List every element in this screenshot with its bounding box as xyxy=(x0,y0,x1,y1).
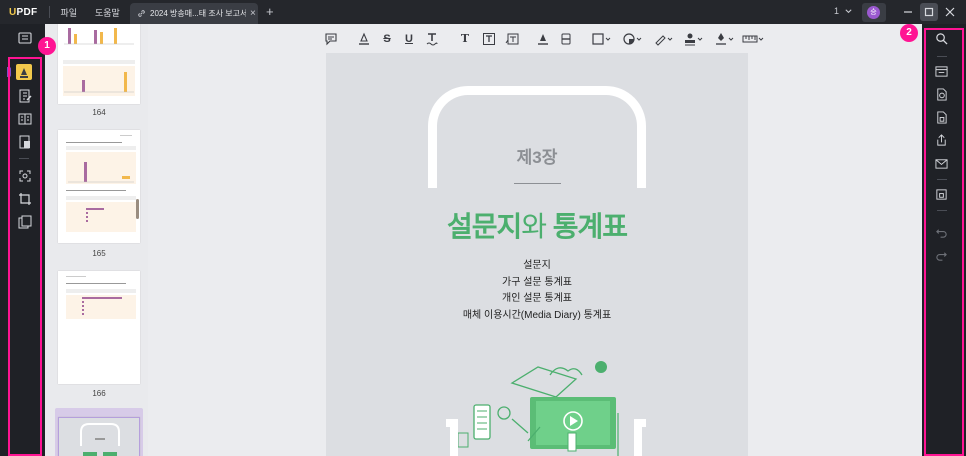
page-indicator: 1 xyxy=(834,6,840,16)
sticker-icon[interactable] xyxy=(622,31,642,47)
thumbnail-label: 165 xyxy=(92,249,106,258)
thumbnail-label: 164 xyxy=(92,108,106,117)
thumbnail-scrollbar[interactable] xyxy=(136,199,139,219)
thumbnail-cover xyxy=(80,423,120,456)
toc-item: 매체 이용시간(Media Diary) 통계표 xyxy=(462,309,612,321)
thumbnail-panel: 164 165 166 xyxy=(45,24,148,456)
menu-file[interactable]: 파일 xyxy=(60,6,77,19)
pen-icon[interactable] xyxy=(653,31,673,47)
avatar: 승 xyxy=(867,6,880,19)
thumbnail-chart xyxy=(63,28,135,96)
app-logo: UPDF xyxy=(9,6,38,18)
account-button[interactable]: 승 xyxy=(862,3,886,22)
chevron-down-icon[interactable] xyxy=(844,7,853,16)
annotation-box-right-toolbar xyxy=(924,28,964,456)
shape-icon[interactable] xyxy=(591,31,611,47)
thumbnail-label: 166 xyxy=(92,389,106,398)
link-icon xyxy=(138,10,145,17)
strikethrough-button[interactable]: S xyxy=(380,31,394,47)
thumbnail-page-current[interactable] xyxy=(58,417,140,456)
underline-button[interactable]: U xyxy=(402,31,416,47)
eraser-icon[interactable] xyxy=(559,31,573,47)
chapter-contents: 설문지 가구 설문 통계표 개인 설문 통계표 매체 이용시간(Media Di… xyxy=(326,258,748,324)
annotation-box-left-toolbar xyxy=(8,57,42,456)
thumbnail-page[interactable] xyxy=(58,24,140,104)
toc-item: 가구 설문 통계표 xyxy=(502,276,572,288)
pdf-page[interactable]: 제3장 설문지와 통계표 설문지 가구 설문 통계표 개인 설문 통계표 매체 … xyxy=(326,53,748,456)
highlight-icon[interactable] xyxy=(357,31,371,47)
toc-item: 개인 설문 통계표 xyxy=(502,293,572,304)
maximize-icon[interactable] xyxy=(920,3,938,21)
callout-icon[interactable] xyxy=(505,31,519,47)
thumbnail-page[interactable] xyxy=(58,130,140,243)
signature-icon[interactable] xyxy=(714,31,734,47)
updf-window: UPDF 파일 도움말 2024 방송매...태 조사 보고서 × + 1 승 xyxy=(0,0,966,456)
menu-help[interactable]: 도움말 xyxy=(95,6,120,19)
title-separator xyxy=(49,6,51,18)
toc-item: 설문지 xyxy=(523,260,551,271)
thumbnail-chart xyxy=(66,276,136,319)
annotation-badge-left: 1 xyxy=(38,37,56,55)
comment-toolbar: S U T xyxy=(148,26,922,52)
tab-title: 2024 방송매...태 조사 보고서 xyxy=(150,9,246,18)
annotation-badge-right: 2 xyxy=(900,24,918,42)
close-window-icon[interactable] xyxy=(941,3,959,21)
media-illustration xyxy=(446,361,646,456)
chapter-divider xyxy=(514,183,561,184)
tab-close-icon[interactable]: × xyxy=(250,8,256,19)
document-tab[interactable]: 2024 방송매...태 조사 보고서 × xyxy=(130,3,258,24)
squiggly-icon[interactable] xyxy=(425,31,439,47)
reader-mode-icon[interactable] xyxy=(18,31,32,45)
thumbnail-chart xyxy=(66,135,136,232)
stamp-icon[interactable] xyxy=(683,31,703,47)
decorative-frame-top xyxy=(428,86,646,188)
textbox-icon[interactable] xyxy=(482,31,496,47)
thumbnail-page[interactable] xyxy=(58,271,140,384)
chapter-number: 제3장 xyxy=(516,148,558,167)
pencil-icon[interactable] xyxy=(536,31,550,47)
text-tool-button[interactable]: T xyxy=(458,31,472,47)
note-icon[interactable] xyxy=(324,31,338,47)
minimize-icon[interactable] xyxy=(899,3,917,21)
measure-icon[interactable] xyxy=(742,31,764,47)
chapter-title: 설문지와 통계표 xyxy=(446,211,628,242)
new-tab-button[interactable]: + xyxy=(266,4,274,19)
